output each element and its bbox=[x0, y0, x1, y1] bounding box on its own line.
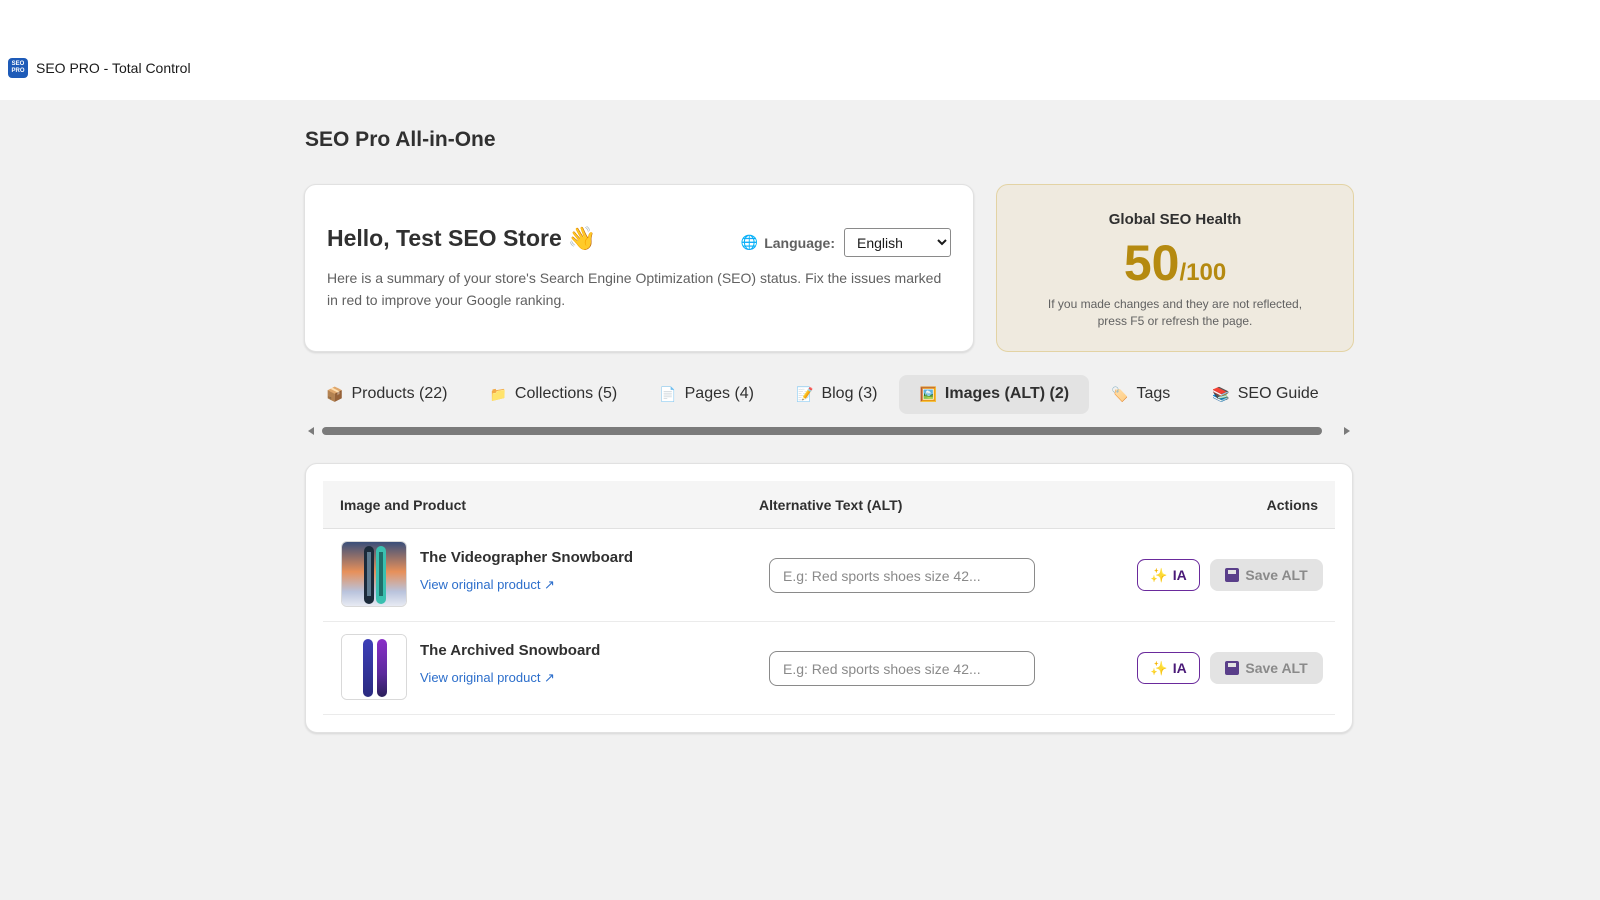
language-label: Language: bbox=[764, 234, 835, 251]
books-icon: 📚 bbox=[1212, 385, 1230, 402]
sparkles-icon: ✨ bbox=[1150, 659, 1168, 676]
header-actions: Actions bbox=[1266, 497, 1318, 513]
page-title: SEO Pro All-in-One bbox=[305, 128, 496, 151]
tab-seo-guide[interactable]: 📚 SEO Guide bbox=[1192, 375, 1338, 414]
tab-label: SEO Guide bbox=[1237, 385, 1319, 402]
product-name: The Archived Snowboard bbox=[420, 642, 601, 659]
language-select[interactable]: English bbox=[844, 228, 951, 257]
floppy-disk-icon bbox=[1225, 661, 1240, 675]
tab-label: Images (ALT) (2) bbox=[944, 385, 1070, 402]
package-icon: 📦 bbox=[326, 385, 344, 402]
images-alt-table: Image and Product Alternative Text (ALT)… bbox=[305, 463, 1353, 733]
floppy-disk-icon bbox=[1225, 568, 1240, 582]
health-score: 50/100 bbox=[997, 234, 1353, 292]
health-title: Global SEO Health bbox=[1108, 211, 1242, 228]
save-alt-button[interactable]: Save ALT bbox=[1210, 652, 1323, 684]
tab-collections[interactable]: 📁 Collections (5) bbox=[469, 375, 637, 414]
sparkles-icon: ✨ bbox=[1150, 566, 1168, 583]
product-thumbnail bbox=[341, 634, 407, 700]
memo-icon: 📝 bbox=[796, 385, 814, 402]
tab-label: Blog (3) bbox=[821, 385, 878, 402]
welcome-summary: Here is a summary of your store's Search… bbox=[327, 270, 942, 308]
language-picker: 🌐 Language: English bbox=[741, 228, 951, 257]
alt-text-input[interactable] bbox=[769, 651, 1035, 686]
scroll-left-arrow-icon[interactable] bbox=[308, 427, 314, 435]
ia-label: IA bbox=[1172, 660, 1187, 676]
tab-blog[interactable]: 📝 Blog (3) bbox=[776, 375, 897, 414]
scroll-right-arrow-icon[interactable] bbox=[1344, 427, 1350, 435]
header-image-product: Image and Product bbox=[340, 497, 467, 513]
tab-label: Pages (4) bbox=[684, 385, 754, 402]
scrollbar-thumb[interactable] bbox=[322, 427, 1322, 435]
header-alt-text: Alternative Text (ALT) bbox=[759, 497, 903, 513]
save-alt-label: Save ALT bbox=[1245, 567, 1308, 583]
app-logo-icon: SEO PRO bbox=[8, 58, 28, 78]
section-tabs: 📦 Products (22) 📁 Collections (5) 📄 Page… bbox=[306, 374, 1341, 414]
folder-icon: 📁 bbox=[489, 385, 507, 402]
tab-label: Collections (5) bbox=[514, 385, 618, 402]
product-name: The Videographer Snowboard bbox=[420, 549, 634, 566]
table-row: The Archived Snowboard View original pro… bbox=[323, 622, 1335, 715]
health-score-max: /100 bbox=[1179, 259, 1227, 286]
seo-health-card: Global SEO Health 50/100 If you made cha… bbox=[996, 184, 1354, 352]
ia-generate-button[interactable]: ✨ IA bbox=[1137, 652, 1200, 684]
table-header: Image and Product Alternative Text (ALT)… bbox=[323, 481, 1335, 529]
tab-label: Tags bbox=[1136, 385, 1171, 402]
app-topbar: SEO PRO SEO PRO - Total Control bbox=[0, 0, 1600, 100]
tab-pages[interactable]: 📄 Pages (4) bbox=[639, 375, 774, 414]
picture-icon: 🖼️ bbox=[919, 385, 937, 402]
ia-generate-button[interactable]: ✨ IA bbox=[1137, 559, 1200, 591]
ia-label: IA bbox=[1172, 567, 1187, 583]
save-alt-button[interactable]: Save ALT bbox=[1210, 559, 1323, 591]
globe-icon: 🌐 bbox=[740, 234, 759, 250]
tab-products[interactable]: 📦 Products (22) bbox=[306, 375, 467, 414]
health-note: If you made changes and they are not ref… bbox=[1047, 297, 1303, 328]
product-thumbnail bbox=[341, 541, 407, 607]
app-identity: SEO PRO SEO PRO - Total Control bbox=[8, 58, 191, 78]
view-original-product-link[interactable]: View original product ↗ bbox=[420, 577, 555, 593]
welcome-heading: Hello, Test SEO Store 👋 bbox=[327, 225, 596, 252]
tab-label: Products (22) bbox=[351, 385, 448, 402]
welcome-card: Hello, Test SEO Store 👋 🌐 Language: Engl… bbox=[304, 184, 974, 352]
tabs-scrollbar[interactable] bbox=[306, 424, 1352, 438]
save-alt-label: Save ALT bbox=[1245, 660, 1308, 676]
table-row: The Videographer Snowboard View original… bbox=[323, 529, 1335, 622]
alt-text-input[interactable] bbox=[769, 558, 1035, 593]
app-title: SEO PRO - Total Control bbox=[36, 60, 191, 76]
view-original-product-link[interactable]: View original product ↗ bbox=[420, 670, 555, 686]
tab-images-alt[interactable]: 🖼️ Images (ALT) (2) bbox=[899, 374, 1090, 414]
page-icon: 📄 bbox=[659, 385, 677, 402]
tag-icon: 🏷️ bbox=[1111, 385, 1129, 402]
greeting-text: Hello, Test SEO Store bbox=[327, 225, 562, 251]
tab-tags[interactable]: 🏷️ Tags bbox=[1091, 375, 1190, 414]
waving-hand-icon: 👋 bbox=[567, 225, 597, 251]
health-score-value: 50 bbox=[1123, 235, 1180, 291]
